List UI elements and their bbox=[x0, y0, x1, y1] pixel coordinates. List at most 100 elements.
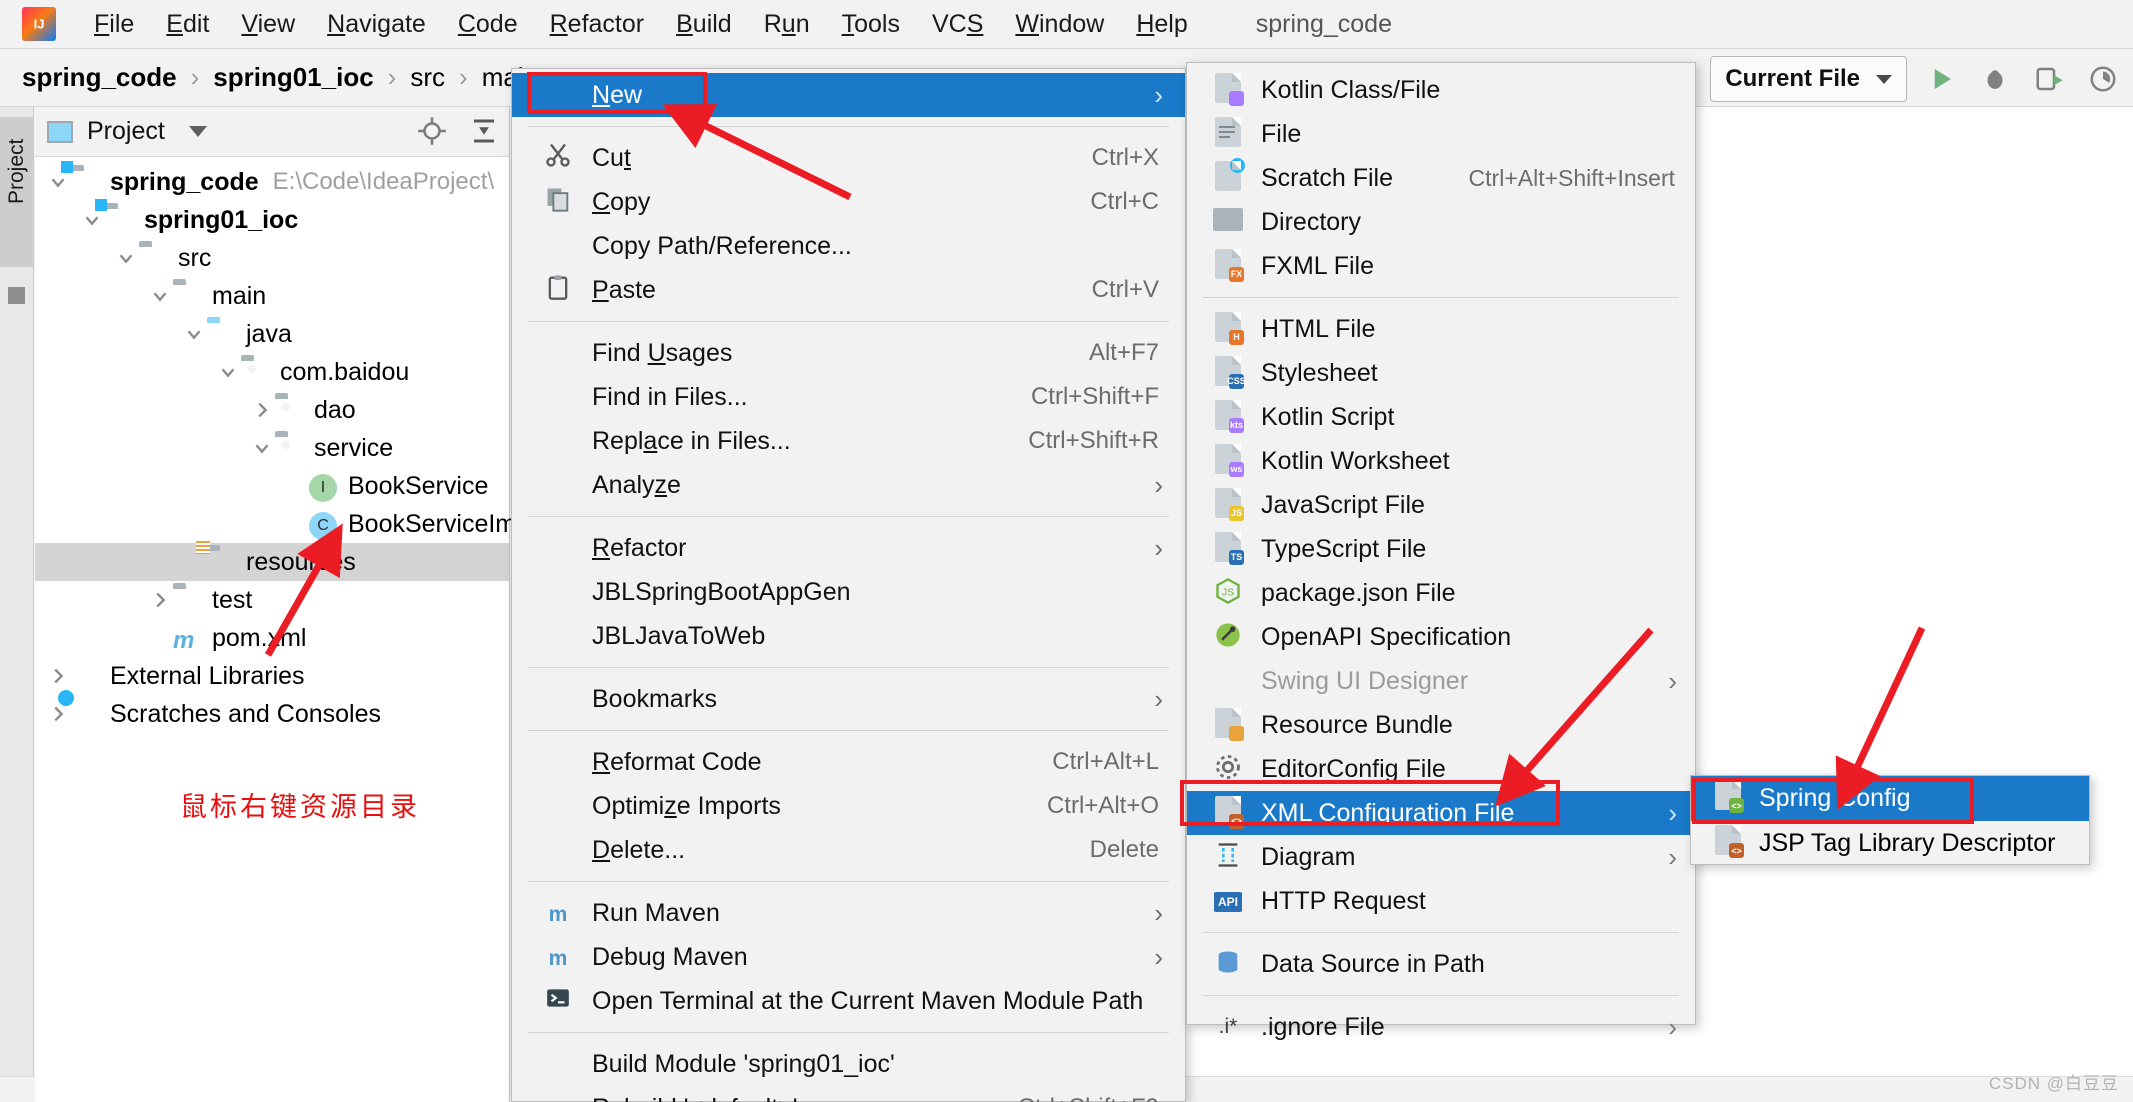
tree-node-bookservice[interactable]: IBookService bbox=[35, 467, 509, 505]
new-submenu-item-typescript-file[interactable]: TSTypeScript File bbox=[1187, 527, 1695, 571]
run-with-coverage-icon[interactable] bbox=[2029, 59, 2069, 99]
context-menu-item-analyze[interactable]: Analyze› bbox=[512, 463, 1185, 507]
context-menu-item-find-usages[interactable]: Find UsagesAlt+F7 bbox=[512, 331, 1185, 375]
context-menu-item-copy-path-reference[interactable]: Copy Path/Reference... bbox=[512, 224, 1185, 268]
new-submenu-item-html-file[interactable]: HHTML File bbox=[1187, 307, 1695, 351]
tree-node-external-libraries[interactable]: External Libraries bbox=[35, 657, 509, 695]
context-menu-item-open-terminal-at-the-current-maven-module-path[interactable]: Open Terminal at the Current Maven Modul… bbox=[512, 979, 1185, 1023]
context-menu-item-replace-in-files[interactable]: Replace in Files...Ctrl+Shift+R bbox=[512, 419, 1185, 463]
tree-node-service[interactable]: service bbox=[35, 429, 509, 467]
menu-navigate[interactable]: Navigate bbox=[311, 8, 442, 41]
xml-config-submenu-item-spring-config[interactable]: <>Spring Config bbox=[1691, 776, 2089, 821]
chevron-right-icon[interactable] bbox=[45, 663, 71, 689]
context-menu-item-find-in-files[interactable]: Find in Files...Ctrl+Shift+F bbox=[512, 375, 1185, 419]
new-submenu-item-file[interactable]: File bbox=[1187, 112, 1695, 156]
new-submenu-item-javascript-file[interactable]: JSJavaScript File bbox=[1187, 483, 1695, 527]
chevron-down-icon[interactable] bbox=[249, 435, 275, 461]
tree-node-com-baidou[interactable]: com.baidou bbox=[35, 353, 509, 391]
new-submenu-item-editorconfig-file[interactable]: EditorConfig File bbox=[1187, 747, 1695, 791]
context-menu-item-delete[interactable]: Delete...Delete bbox=[512, 828, 1185, 872]
new-submenu-item-ignore-file[interactable]: .i*.ignore File› bbox=[1187, 1005, 1695, 1049]
menu-edit[interactable]: Edit bbox=[150, 8, 225, 41]
context-menu-item-cut[interactable]: CutCtrl+X bbox=[512, 136, 1185, 180]
new-submenu-item-fxml-file[interactable]: FXFXML File bbox=[1187, 244, 1695, 288]
locate-icon[interactable] bbox=[417, 116, 447, 151]
chevron-down-icon[interactable] bbox=[181, 321, 207, 347]
menu-tools[interactable]: Tools bbox=[826, 8, 916, 41]
tree-node-label: External Libraries bbox=[110, 662, 305, 691]
chevron-down-icon[interactable] bbox=[79, 207, 105, 233]
debug-icon[interactable] bbox=[1975, 59, 2015, 99]
tree-node-resources[interactable]: resources bbox=[35, 543, 509, 581]
menu-file[interactable]: File bbox=[78, 8, 150, 41]
context-menu-item-copy[interactable]: CopyCtrl+C bbox=[512, 180, 1185, 224]
menu-build[interactable]: Build bbox=[660, 8, 748, 41]
new-submenu-item-diagram[interactable]: Diagram› bbox=[1187, 835, 1695, 879]
chevron-down-icon[interactable] bbox=[113, 245, 139, 271]
menu-help[interactable]: Help bbox=[1120, 8, 1203, 41]
new-submenu-item-directory[interactable]: Directory bbox=[1187, 200, 1695, 244]
tool-window-button-project-label: Project bbox=[5, 170, 29, 204]
context-menu-item-run-maven[interactable]: mRun Maven› bbox=[512, 891, 1185, 935]
breadcrumb-item-1[interactable]: spring01_ioc bbox=[213, 62, 373, 93]
context-menu-item-optimize-imports[interactable]: Optimize ImportsCtrl+Alt+O bbox=[512, 784, 1185, 828]
new-submenu-item-data-source-in-path[interactable]: Data Source in Path bbox=[1187, 942, 1695, 986]
context-menu-item-refactor[interactable]: Refactor› bbox=[512, 526, 1185, 570]
scratch-file-icon bbox=[1211, 163, 1245, 193]
tree-node-spring-code[interactable]: spring_codeE:\Code\IdeaProject\ bbox=[35, 163, 509, 201]
tree-node-main[interactable]: main bbox=[35, 277, 509, 315]
tree-node-java[interactable]: java bbox=[35, 315, 509, 353]
menu-view[interactable]: View bbox=[225, 8, 311, 41]
context-menu-item-reformat-code[interactable]: Reformat CodeCtrl+Alt+L bbox=[512, 740, 1185, 784]
context-menu-item-paste[interactable]: PasteCtrl+V bbox=[512, 268, 1185, 312]
chevron-down-icon[interactable] bbox=[45, 169, 71, 195]
breadcrumb-item-2[interactable]: src bbox=[410, 62, 445, 93]
new-submenu-item-stylesheet[interactable]: CSSStylesheet bbox=[1187, 351, 1695, 395]
tree-node-scratches-and-consoles[interactable]: Scratches and Consoles bbox=[35, 695, 509, 733]
context-menu-item-jbljavatoweb[interactable]: JBLJavaToWeb bbox=[512, 614, 1185, 658]
new-submenu-item-label: File bbox=[1261, 120, 1301, 149]
chevron-right-icon[interactable] bbox=[147, 587, 173, 613]
new-submenu-item-package-json-file[interactable]: JSpackage.json File bbox=[1187, 571, 1695, 615]
terminal-icon bbox=[540, 986, 576, 1016]
chevron-down-icon[interactable] bbox=[189, 126, 207, 137]
tool-window-button-project[interactable]: Project bbox=[0, 117, 34, 267]
tree-node-src[interactable]: src bbox=[35, 239, 509, 277]
context-menu-item-debug-maven[interactable]: mDebug Maven› bbox=[512, 935, 1185, 979]
menu-refactor[interactable]: Refactor bbox=[534, 8, 661, 41]
new-submenu-item-kotlin-script[interactable]: ktsKotlin Script bbox=[1187, 395, 1695, 439]
menu-run[interactable]: Run bbox=[748, 8, 826, 41]
new-submenu-item-resource-bundle[interactable]: Resource Bundle bbox=[1187, 703, 1695, 747]
context-menu-item-bookmarks[interactable]: Bookmarks› bbox=[512, 677, 1185, 721]
profiler-icon[interactable] bbox=[2083, 59, 2123, 99]
breadcrumb-item-0[interactable]: spring_code bbox=[22, 62, 177, 93]
context-menu-item-label: Paste bbox=[592, 276, 656, 305]
new-submenu-item-openapi-specification[interactable]: OpenAPI Specification bbox=[1187, 615, 1695, 659]
new-submenu-item-kotlin-worksheet[interactable]: wsKotlin Worksheet bbox=[1187, 439, 1695, 483]
gear-icon bbox=[1211, 754, 1245, 784]
chevron-down-icon[interactable] bbox=[215, 359, 241, 385]
new-submenu-item-kotlin-class-file[interactable]: Kotlin Class/File bbox=[1187, 68, 1695, 112]
menu-window[interactable]: Window bbox=[999, 8, 1120, 41]
run-icon[interactable] bbox=[1921, 59, 1961, 99]
menu-vcs[interactable]: VCS bbox=[916, 8, 999, 41]
structure-tool-icon[interactable] bbox=[8, 287, 25, 304]
collapse-all-icon[interactable] bbox=[469, 116, 499, 151]
tree-node-spring01-ioc[interactable]: spring01_ioc bbox=[35, 201, 509, 239]
chevron-down-icon[interactable] bbox=[147, 283, 173, 309]
run-configuration-selector[interactable]: Current File bbox=[1710, 56, 1907, 102]
tree-node-bookserviceimpl[interactable]: CBookServiceImpl bbox=[35, 505, 509, 543]
context-menu-item-jblspringbootappgen[interactable]: JBLSpringBootAppGen bbox=[512, 570, 1185, 614]
xml-config-submenu-item-jsp-tag-library-descriptor[interactable]: <>JSP Tag Library Descriptor bbox=[1691, 821, 2089, 866]
context-menu-item-new[interactable]: New› bbox=[512, 73, 1185, 117]
tree-node-pom-xml[interactable]: mpom.xml bbox=[35, 619, 509, 657]
tree-node-test[interactable]: test bbox=[35, 581, 509, 619]
new-submenu-item-xml-configuration-file[interactable]: <>XML Configuration File› bbox=[1187, 791, 1695, 835]
tree-node-dao[interactable]: dao bbox=[35, 391, 509, 429]
context-menu-item-rebuild-default[interactable]: Rebuild '<default>'Ctrl+Shift+F9 bbox=[512, 1086, 1185, 1102]
chevron-right-icon[interactable] bbox=[249, 397, 275, 423]
context-menu-item-build-module-spring01-ioc[interactable]: Build Module 'spring01_ioc' bbox=[512, 1042, 1185, 1086]
new-submenu-item-http-request[interactable]: APIHTTP Request bbox=[1187, 879, 1695, 923]
menu-code[interactable]: Code bbox=[442, 8, 534, 41]
new-submenu-item-scratch-file[interactable]: Scratch FileCtrl+Alt+Shift+Insert bbox=[1187, 156, 1695, 200]
